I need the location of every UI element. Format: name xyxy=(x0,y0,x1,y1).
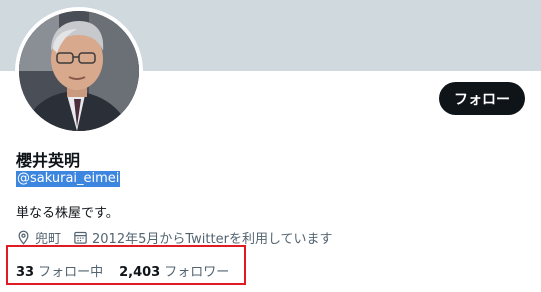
followers-label: フォロワー xyxy=(164,265,230,280)
follow-button[interactable]: フォロー xyxy=(439,82,525,115)
profile-handle: @sakurai_eimei xyxy=(16,171,121,187)
joined-item: 2012年5月からTwitterを利用しています xyxy=(73,228,333,247)
followers-link[interactable]: 2,403 フォロワー xyxy=(119,261,229,280)
calendar-icon xyxy=(73,230,88,245)
follow-stats: 33 フォロー中 2,403 フォロワー xyxy=(16,261,229,280)
profile-bio: 単なる株屋です。 xyxy=(16,206,119,221)
joined-label: 2012年5月からTwitterを利用しています xyxy=(92,231,333,247)
avatar[interactable] xyxy=(19,11,139,131)
avatar-frame xyxy=(15,7,143,135)
following-link[interactable]: 33 フォロー中 xyxy=(16,261,103,280)
location-pin-icon xyxy=(16,230,31,245)
profile-name: 櫻井英明 xyxy=(16,151,81,170)
followers-count: 2,403 xyxy=(119,265,161,280)
following-label: フォロー中 xyxy=(38,265,104,280)
following-count: 33 xyxy=(16,265,35,280)
location-item: 兜町 xyxy=(16,228,61,247)
location-label: 兜町 xyxy=(35,231,62,247)
profile-meta: 兜町 2012年5月からTwitterを利用しています xyxy=(16,228,333,247)
profile-photo xyxy=(19,11,139,131)
